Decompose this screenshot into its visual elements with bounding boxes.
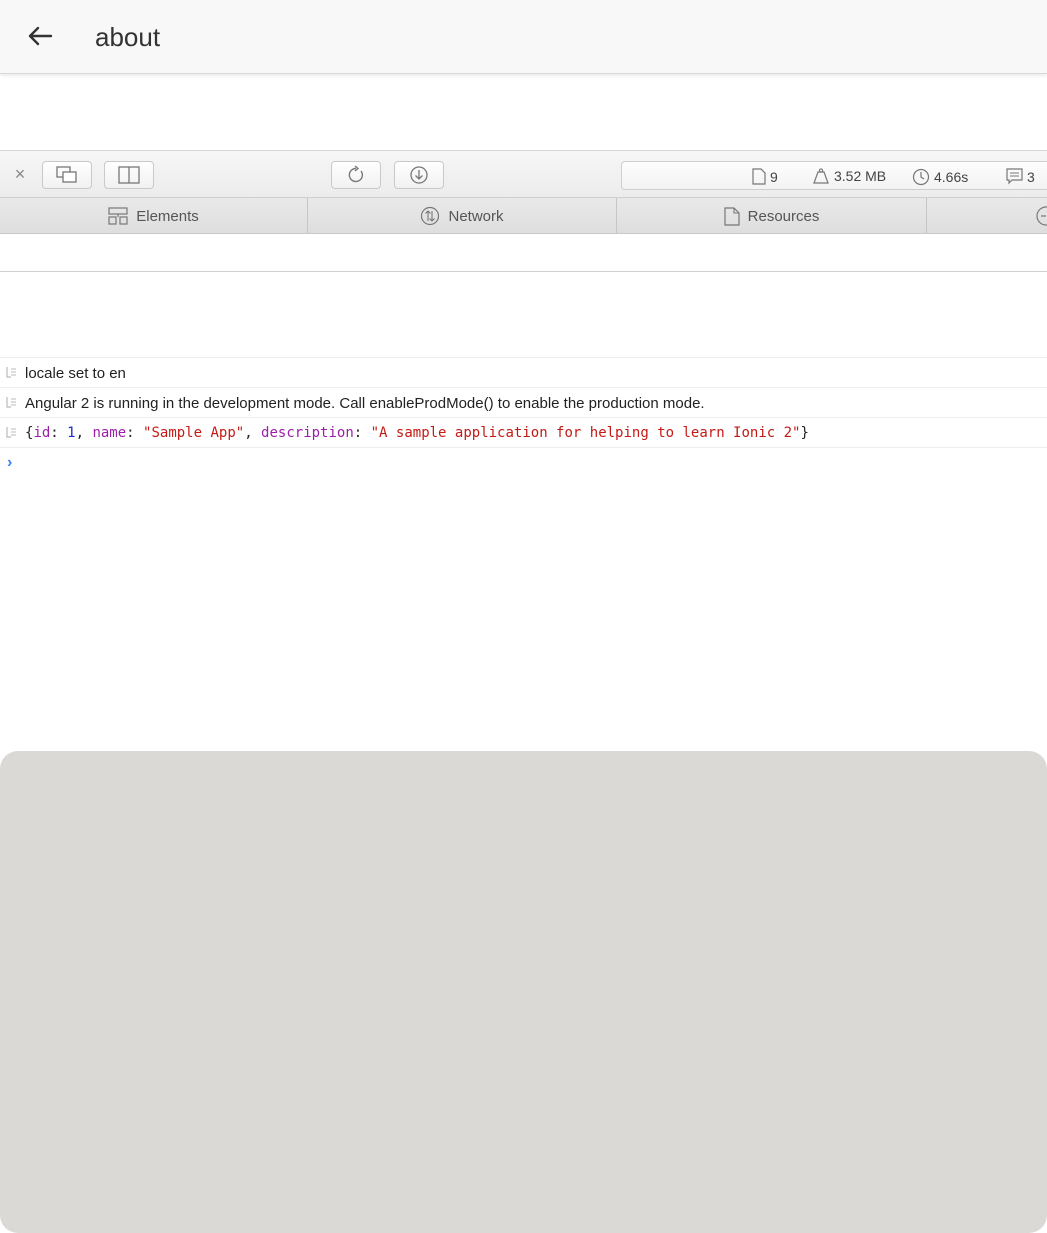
weight-icon <box>813 168 829 184</box>
console-message: Angular 2 is running in the development … <box>0 387 1047 417</box>
document-icon <box>724 206 740 226</box>
keyboard-area <box>0 751 1047 1233</box>
reload-icon <box>348 165 364 183</box>
size-stat[interactable]: 3.52 MB <box>812 168 886 184</box>
undock-icon <box>56 166 77 183</box>
page-stats: 9 3.52 MB 4.66s 3 <box>621 161 1047 190</box>
app-header: about <box>0 0 1047 74</box>
size-value: 3.52 MB <box>834 168 887 184</box>
elements-icon <box>108 207 128 225</box>
console-message-text: locale set to en <box>25 365 126 382</box>
time-stat[interactable]: 4.66s <box>912 168 968 186</box>
console-output: locale set to en Angular 2 is running in… <box>0 357 1047 477</box>
tab-resources[interactable]: Resources <box>617 198 927 234</box>
resource-count-stat[interactable]: 9 <box>752 168 778 185</box>
log-icon <box>6 367 16 378</box>
reload-button[interactable] <box>331 161 381 189</box>
console-prompt-row[interactable]: › <box>0 447 1047 477</box>
console-message-text: Angular 2 is running in the development … <box>25 395 705 412</box>
log-icon <box>6 427 16 438</box>
undock-button[interactable] <box>42 161 92 189</box>
object-value: 1 <box>67 425 76 441</box>
object-key: description <box>261 425 354 441</box>
console-message: locale set to en <box>0 357 1047 387</box>
log-icon <box>6 397 16 408</box>
more-tab-icon <box>1036 206 1047 226</box>
dock-side-icon <box>118 166 140 184</box>
console-prompt-icon: › <box>7 454 13 471</box>
tab-network-label: Network <box>448 207 504 225</box>
dock-side-button[interactable] <box>104 161 154 189</box>
resource-count: 9 <box>770 168 778 185</box>
object-value: "A sample application for helping to lea… <box>370 425 801 441</box>
download-icon <box>410 166 428 184</box>
arrow-left-icon <box>28 26 53 46</box>
clock-icon <box>912 168 930 186</box>
filter-divider <box>0 271 1047 272</box>
tab-network[interactable]: Network <box>308 198 617 234</box>
page-title: about <box>95 22 161 52</box>
object-value: "Sample App" <box>143 425 245 441</box>
download-button[interactable] <box>394 161 444 189</box>
network-icon <box>421 206 440 226</box>
devtools-toolbar: × 9 3.52 MB 4.66s 3 <box>0 150 1047 198</box>
document-icon <box>752 168 766 185</box>
devtools-tabbar: Elements Network Resources <box>0 198 1047 234</box>
tab-resources-label: Resources <box>747 207 820 225</box>
logs-stat[interactable]: 3 <box>1006 168 1035 185</box>
tab-more[interactable] <box>927 198 1047 234</box>
object-preview[interactable]: {id: 1, name: "Sample App", description:… <box>25 425 809 441</box>
object-key: id <box>33 425 51 441</box>
time-value: 4.66s <box>934 169 969 185</box>
console-object-message[interactable]: {id: 1, name: "Sample App", description:… <box>0 417 1047 447</box>
console-log-icon <box>1006 168 1023 185</box>
tab-elements-label: Elements <box>136 207 199 225</box>
object-key: name <box>92 425 127 441</box>
back-button[interactable] <box>24 20 56 52</box>
tab-elements[interactable]: Elements <box>0 198 308 234</box>
close-devtools-button[interactable]: × <box>10 164 30 185</box>
brace-close: } <box>800 425 809 441</box>
logs-count: 3 <box>1027 168 1035 185</box>
